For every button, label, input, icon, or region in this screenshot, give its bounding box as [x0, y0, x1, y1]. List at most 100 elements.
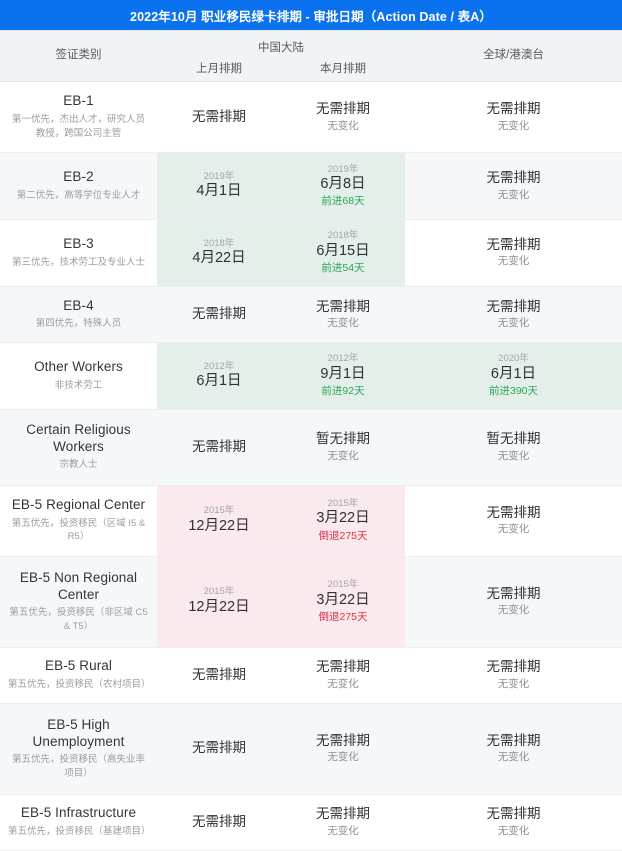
- date-change-badge: 无变化: [497, 188, 530, 201]
- category-description: 第五优先，投资移民（非区域 C5 & T5）: [9, 607, 148, 632]
- priority-date-table: 签证类别 中国大陆 上月排期 本月排期 全球/港澳台 EB-1 第一优先，杰出人才…: [0, 30, 622, 851]
- cell-china-curr: 2012年 9月1日 前进92天: [281, 342, 405, 410]
- category-description: 第五优先，投资移民（农村项目）: [8, 679, 151, 691]
- cell-global: 无需排期 无变化: [405, 220, 622, 287]
- cell-china-curr: 无需排期 无变化: [281, 703, 405, 794]
- category-name: Certain Religious Workers: [26, 421, 131, 454]
- date-change-badge: 无变化: [497, 449, 530, 462]
- column-header-china-prev: 上月排期: [196, 63, 242, 75]
- date-change-badge: 无变化: [497, 316, 530, 329]
- date-year: 2012年: [203, 360, 235, 372]
- cell-category: EB-5 Non Regional Center 第五优先，投资移民（非区域 C5…: [0, 556, 157, 647]
- cell-category: EB-4 第四优先，特殊人员: [0, 286, 157, 342]
- cell-category: EB-5 Infrastructure 第五优先，投资移民（基建项目）: [0, 794, 157, 850]
- date-day: 12月22日: [188, 517, 250, 534]
- date-year: 2015年: [327, 579, 359, 591]
- date-day: 6月15日: [316, 242, 370, 259]
- date-change-badge: 无变化: [497, 119, 530, 132]
- date-change-badge: 前进390天: [488, 385, 539, 398]
- date-change-badge: 无变化: [497, 604, 530, 617]
- cell-category: Certain Religious Workers 宗教人士: [0, 409, 157, 485]
- date-change-badge: 无变化: [497, 751, 530, 764]
- date-change-badge: 倒退275天: [318, 610, 368, 623]
- date-status: 无需排期: [486, 732, 541, 748]
- table-row: EB-4 第四优先，特殊人员 无需排期 无需排期 无变化 无需排期 无变化: [0, 286, 622, 343]
- cell-global: 无需排期 无变化: [405, 556, 622, 647]
- category-name: EB-5 Rural: [44, 658, 113, 674]
- cell-global: 无需排期 无变化: [405, 703, 622, 794]
- date-year: 2012年: [327, 353, 359, 365]
- cell-china-prev: 无需排期: [157, 82, 281, 153]
- category-description: 第五优先，投资移民（区域 I5 & R5）: [11, 517, 146, 543]
- date-change-badge: 无变化: [497, 255, 530, 268]
- date-status: 暂无排期: [486, 431, 541, 447]
- date-day: 4月1日: [196, 183, 242, 200]
- date-year: 2018年: [327, 230, 359, 242]
- category-description: 第四优先，特殊人员: [35, 318, 122, 330]
- date-change-badge: 无变化: [327, 677, 359, 690]
- date-status: 无需排期: [192, 666, 246, 682]
- table-row: EB-5 Rural 第五优先，投资移民（农村项目） 无需排期 无需排期 无变化 无需排期…: [0, 647, 622, 704]
- date-change-badge: 无变化: [327, 316, 359, 329]
- bulletin-title-bar: 2022年10月 职业移民绿卡排期 - 审批日期（Action Date / 表…: [0, 0, 622, 30]
- column-header-global-label: 全球/港澳台: [483, 49, 544, 62]
- category-description: 第二优先，高等学位专业人才: [16, 190, 141, 202]
- date-status: 无需排期: [316, 298, 370, 314]
- date-change-badge: 无变化: [327, 824, 359, 837]
- cell-china-prev: 2015年 12月22日: [157, 485, 281, 557]
- cell-china-curr: 无需排期 无变化: [281, 647, 405, 703]
- column-header-category-label: 签证类别: [55, 49, 102, 62]
- table-row: EB-3 第三优先，技术劳工及专业人士 2018年 4月22日 2018年 6月15日 前进…: [0, 219, 622, 287]
- date-year: 2015年: [203, 505, 235, 517]
- cell-global: 无需排期 无变化: [405, 286, 622, 342]
- date-change-badge: 前进54天: [321, 262, 365, 275]
- date-change-badge: 前进92天: [321, 385, 365, 398]
- date-status: 无需排期: [192, 438, 246, 454]
- cell-global: 无需排期 无变化: [405, 153, 622, 220]
- category-description: 第五优先，投资移民（高失业率项目）: [11, 754, 145, 779]
- table-row: Other Workers 非技术劳工 2012年 6月1日 2012年 9月1日 前进92…: [0, 342, 622, 410]
- cell-global: 无需排期 无变化: [405, 647, 622, 703]
- date-status: 无需排期: [316, 732, 370, 748]
- date-status: 无需排期: [486, 659, 541, 675]
- cell-china-prev: 无需排期: [157, 286, 281, 342]
- date-status: 无需排期: [486, 504, 541, 520]
- date-status: 无需排期: [486, 298, 541, 314]
- cell-china-curr: 无需排期 无变化: [281, 286, 405, 342]
- column-header-china-group: 中国大陆 上月排期 本月排期: [157, 30, 405, 82]
- category-description: 第一优先，杰出人才，研究人员 教授，跨国公司主管: [11, 114, 145, 139]
- date-status: 无需排期: [486, 237, 541, 253]
- cell-global: 2020年 6月1日 前进390天: [405, 342, 622, 410]
- date-status: 无需排期: [316, 806, 370, 822]
- cell-china-curr: 2015年 3月22日 倒退275天: [281, 485, 405, 557]
- date-day: 3月22日: [316, 591, 370, 608]
- cell-category: EB-3 第三优先，技术劳工及专业人士: [0, 220, 157, 287]
- date-change-badge: 无变化: [327, 751, 359, 764]
- table-header: 签证类别 中国大陆 上月排期 本月排期 全球/港澳台: [0, 30, 622, 82]
- cell-china-curr: 暂无排期 无变化: [281, 409, 405, 485]
- category-name: EB-3: [63, 236, 94, 251]
- date-change-badge: 无变化: [327, 119, 359, 132]
- column-header-category: 签证类别: [0, 30, 157, 82]
- date-status: 无需排期: [486, 585, 541, 601]
- date-day: 12月22日: [188, 598, 250, 615]
- cell-global: 无需排期 无变化: [405, 82, 622, 153]
- category-description: 宗教人士: [59, 459, 98, 471]
- date-status: 无需排期: [486, 170, 541, 186]
- date-year: 2019年: [327, 163, 359, 175]
- table-row: EB-2 第二优先，高等学位专业人才 2019年 4月1日 2019年 6月8日 前进68天…: [0, 152, 622, 220]
- category-name: EB-5 Infrastructure: [20, 805, 137, 821]
- date-status: 暂无排期: [316, 431, 370, 447]
- date-change-badge: 无变化: [497, 677, 530, 690]
- table-row: Certain Religious Workers 宗教人士 无需排期 暂无排期无变化…: [0, 409, 622, 485]
- date-status: 无需排期: [192, 108, 246, 124]
- date-year: 2018年: [203, 237, 235, 249]
- cell-china-prev: 2012年 6月1日: [157, 342, 281, 410]
- date-year: 2019年: [203, 170, 235, 182]
- date-change-badge: 无变化: [327, 449, 359, 462]
- date-day: 6月1日: [490, 365, 537, 382]
- table-row: EB-5 Non Regional Center 第五优先，投资移民（非区域 C5…: [0, 556, 622, 648]
- column-header-china-label: 中国大陆: [258, 42, 304, 54]
- date-day: 6月1日: [196, 373, 242, 390]
- date-status: 无需排期: [316, 659, 370, 675]
